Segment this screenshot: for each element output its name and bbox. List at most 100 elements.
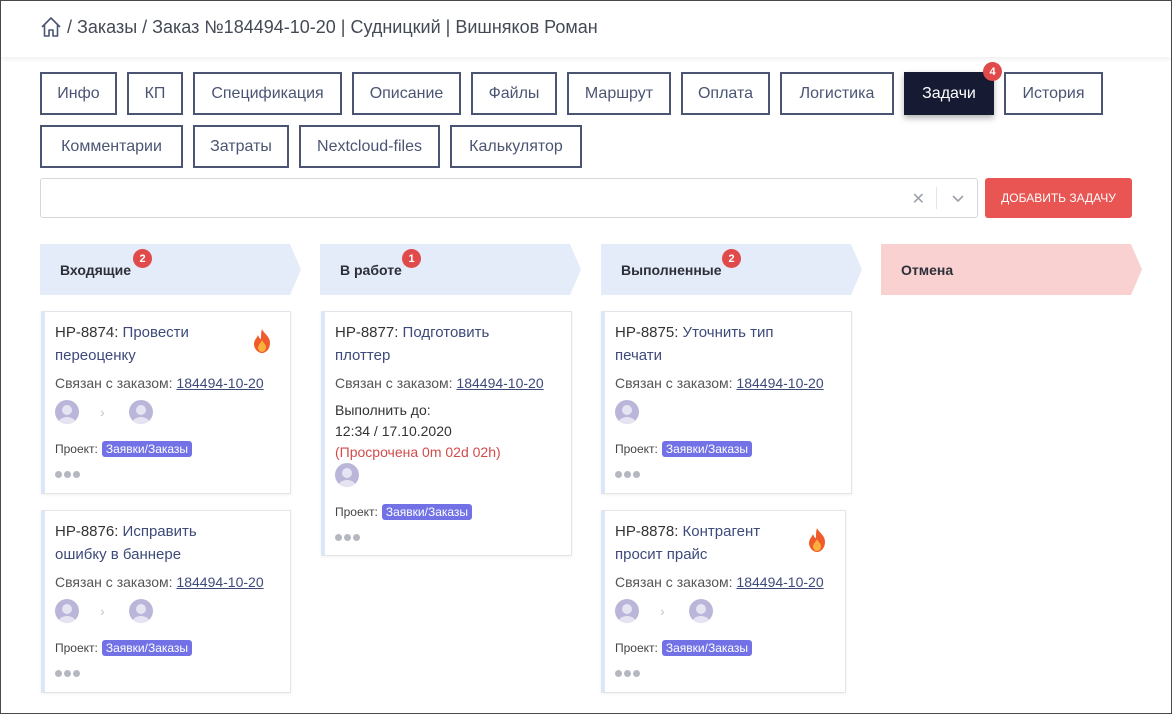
tab-payment[interactable]: Оплата	[681, 72, 770, 115]
avatar[interactable]	[335, 463, 359, 487]
task-id: НР-8876:	[55, 523, 119, 540]
avatar[interactable]	[129, 400, 153, 424]
tab-info[interactable]: Инфо	[40, 72, 117, 115]
order-link[interactable]: 184494-10-20	[456, 375, 543, 391]
chevron-down-icon[interactable]	[951, 191, 965, 205]
tab-specification[interactable]: Спецификация	[193, 72, 342, 115]
column-count-badge: 1	[402, 249, 421, 268]
task-card[interactable]: НР-8875: Уточнить тип печати Связан с за…	[601, 311, 852, 494]
column-title: Выполненные	[621, 262, 722, 278]
breadcrumb-text[interactable]: / Заказы / Заказ №184494-10-20 | Судницк…	[67, 17, 598, 38]
linked-label: Связан с заказом:	[615, 375, 733, 391]
project-label: Проект:	[615, 442, 658, 456]
overdue-status: (Просрочена 0m 02d 02h)	[335, 444, 501, 460]
tab-label: Спецификация	[211, 84, 324, 102]
task-title[interactable]: НР-8875: Уточнить тип печати	[615, 321, 795, 367]
task-id: НР-8877:	[335, 324, 399, 341]
task-id: НР-8875:	[615, 324, 679, 341]
close-icon[interactable]: ✕	[912, 189, 925, 209]
column-title: Отмена	[901, 262, 954, 278]
chevron-right-icon: ›	[100, 404, 105, 420]
order-link[interactable]: 184494-10-20	[176, 375, 263, 391]
project-label: Проект:	[55, 442, 98, 456]
task-card[interactable]: НР-8878: Контрагент просит прайс Связан …	[601, 510, 846, 693]
order-link[interactable]: 184494-10-20	[736, 574, 823, 590]
home-icon[interactable]	[39, 16, 63, 38]
project-tag[interactable]: Заявки/Заказы	[101, 640, 193, 656]
avatar[interactable]	[129, 599, 153, 623]
order-link[interactable]: 184494-10-20	[176, 574, 263, 590]
more-options-icon[interactable]	[615, 471, 640, 478]
task-card[interactable]: НР-8877: Подготовить плоттер Связан с за…	[321, 311, 572, 556]
column-header-done: Выполненные 2	[601, 244, 863, 295]
project-tag[interactable]: Заявки/Заказы	[381, 504, 473, 520]
order-link[interactable]: 184494-10-20	[736, 375, 823, 391]
linked-label: Связан с заказом:	[55, 375, 173, 391]
tab-route[interactable]: Маршрут	[567, 72, 671, 115]
column-header-in-progress: В работе 1	[320, 244, 582, 295]
more-options-icon[interactable]	[55, 471, 80, 478]
task-card[interactable]: НР-8876: Исправить ошибку в баннере Связ…	[41, 510, 291, 693]
tab-comments[interactable]: Комментарии	[40, 125, 183, 168]
more-options-icon[interactable]	[335, 534, 360, 541]
tab-label: Файлы	[488, 84, 540, 102]
project-tag[interactable]: Заявки/Заказы	[661, 640, 753, 656]
tab-files[interactable]: Файлы	[471, 72, 557, 115]
avatar[interactable]	[689, 599, 713, 623]
tab-logistics[interactable]: Логистика	[780, 72, 894, 115]
tab-label: Описание	[369, 84, 444, 102]
linked-label: Связан с заказом:	[335, 375, 453, 391]
tab-label: Затраты	[210, 137, 272, 155]
more-options-icon[interactable]	[615, 670, 640, 677]
due-date: Выполнить до: 12:34 / 17.10.2020 (Просро…	[335, 400, 501, 463]
project-tag[interactable]: Заявки/Заказы	[101, 441, 193, 457]
tasks-count-badge: 4	[983, 62, 1002, 81]
project-row: Проект: Заявки/Заказы	[615, 441, 753, 457]
task-title[interactable]: НР-8878: Контрагент просит прайс	[615, 520, 795, 566]
linked-order: Связан с заказом: 184494-10-20	[55, 574, 264, 590]
task-id: НР-8874:	[55, 324, 119, 341]
project-label: Проект:	[615, 641, 658, 655]
project-label: Проект:	[335, 505, 378, 519]
linked-order: Связан с заказом: 184494-10-20	[615, 375, 824, 391]
avatar[interactable]	[55, 400, 79, 424]
add-task-button[interactable]: ДОБАВИТЬ ЗАДАЧУ	[985, 178, 1132, 218]
linked-label: Связан с заказом:	[615, 574, 733, 590]
tab-label: Оплата	[697, 84, 754, 102]
select-divider	[936, 187, 937, 209]
more-options-icon[interactable]	[55, 670, 80, 677]
project-label: Проект:	[55, 641, 98, 655]
tab-label: Инфо	[57, 84, 100, 102]
tab-nextcloud-files[interactable]: Nextcloud-files	[299, 125, 440, 168]
project-row: Проект: Заявки/Заказы	[55, 640, 193, 656]
fire-icon	[809, 528, 825, 552]
column-header-incoming: Входящие 2	[40, 244, 302, 295]
linked-label: Связан с заказом:	[55, 574, 173, 590]
tab-label: Задачи	[922, 84, 976, 102]
due-label: Выполнить до:	[335, 402, 431, 418]
chevron-right-icon: ›	[660, 603, 665, 619]
task-title[interactable]: НР-8877: Подготовить плоттер	[335, 321, 515, 367]
linked-order: Связан с заказом: 184494-10-20	[615, 574, 824, 590]
tab-expenses[interactable]: Затраты	[193, 125, 289, 168]
tab-kp[interactable]: КП	[127, 72, 183, 115]
linked-order: Связан с заказом: 184494-10-20	[335, 375, 544, 391]
task-title[interactable]: НР-8876: Исправить ошибку в баннере	[55, 520, 235, 566]
task-title[interactable]: НР-8874: Провести переоценку	[55, 321, 235, 367]
task-card[interactable]: НР-8874: Провести переоценку Связан с за…	[41, 311, 291, 494]
project-tag[interactable]: Заявки/Заказы	[661, 441, 753, 457]
avatar[interactable]	[615, 599, 639, 623]
tab-description[interactable]: Описание	[352, 72, 461, 115]
avatar[interactable]	[615, 400, 639, 424]
project-row: Проект: Заявки/Заказы	[55, 441, 193, 457]
page-header: / Заказы / Заказ №184494-10-20 | Судницк…	[1, 1, 1171, 57]
tab-calculator[interactable]: Калькулятор	[450, 125, 582, 168]
tab-tasks[interactable]: Задачи	[904, 72, 994, 115]
fire-icon	[254, 329, 270, 353]
column-title: В работе	[340, 262, 402, 278]
task-filter-select[interactable]: ✕	[40, 178, 978, 218]
tab-label: Калькулятор	[469, 137, 563, 155]
avatar[interactable]	[55, 599, 79, 623]
tab-history[interactable]: История	[1004, 72, 1103, 115]
tab-label: КП	[144, 84, 166, 102]
